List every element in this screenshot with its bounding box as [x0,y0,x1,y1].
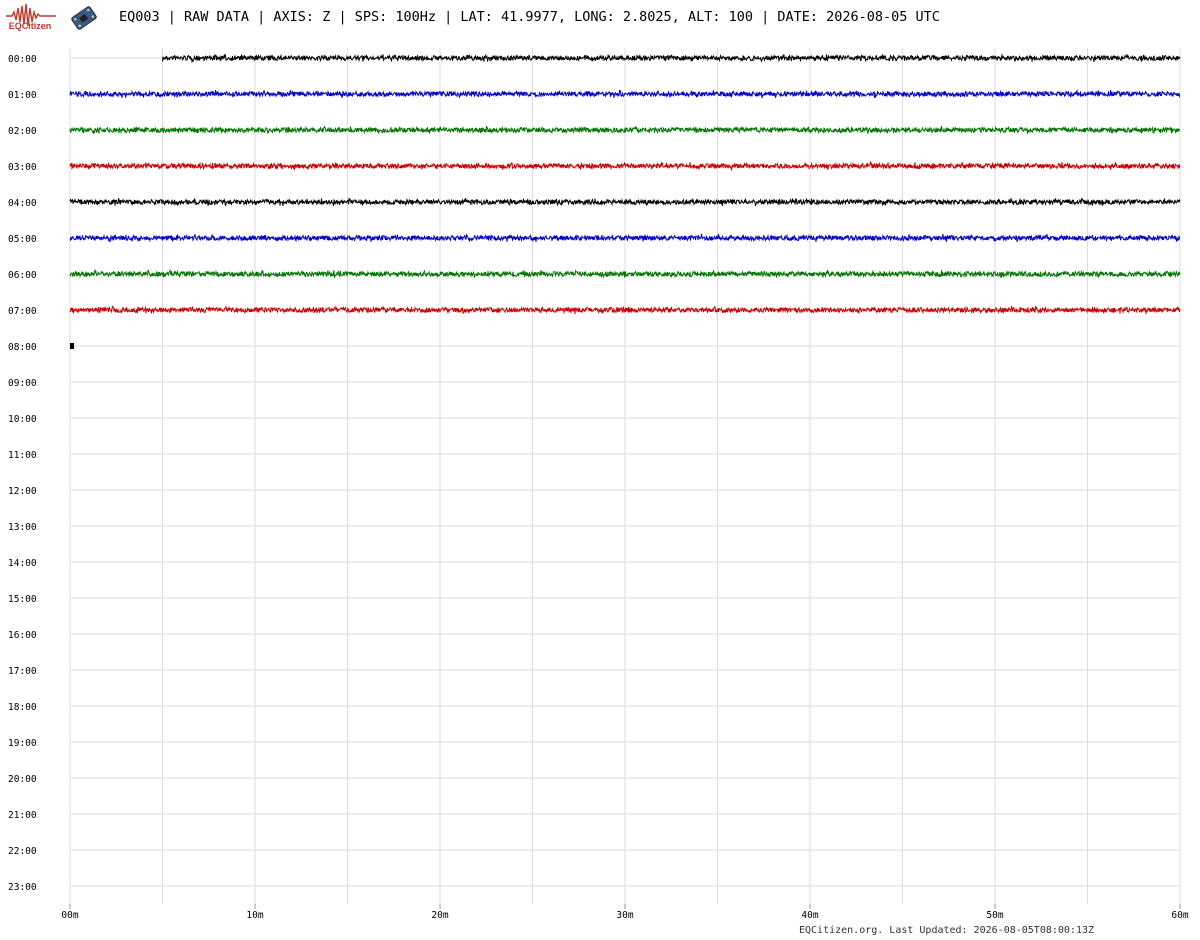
trace-0800 [70,343,74,349]
hour-label: 19:00 [8,738,37,749]
hour-label: 03:00 [8,162,37,173]
hour-label: 16:00 [8,630,37,641]
x-tick-label: 20m [431,910,448,921]
hour-label: 05:00 [8,234,37,245]
hour-label: 06:00 [8,270,37,281]
hour-label: 01:00 [8,90,37,101]
hour-label: 12:00 [8,486,37,497]
hour-label: 20:00 [8,774,37,785]
trace-0600 [69,268,1181,279]
grid [69,48,1181,904]
seismogram-chart: 00:00 01:00 02:00 03:00 04:00 05:00 06:00 07:00… [8,48,1189,921]
hour-label: 02:00 [8,126,37,137]
hour-label: 22:00 [8,846,37,857]
hour-label: 07:00 [8,306,37,317]
hour-label: 14:00 [8,558,37,569]
hour-label: 15:00 [8,594,37,605]
hour-label: 04:00 [8,198,37,209]
last-updated-footer: EQCitizen.org. Last Updated: 2026-08-05T… [799,925,1095,936]
x-tick-label: 40m [801,910,818,921]
hour-label: 00:00 [8,54,37,65]
x-tick-label: 10m [246,910,263,921]
hour-label: 17:00 [8,666,37,677]
hour-label: 18:00 [8,702,37,713]
x-tick-label: 30m [616,910,633,921]
x-tick-label: 50m [986,910,1003,921]
hour-label: 08:00 [8,342,37,353]
hour-label: 09:00 [8,378,37,389]
x-tick-label: 60m [1171,910,1188,921]
hour-label: 13:00 [8,522,37,533]
hour-label: 10:00 [8,414,37,425]
axis-labels: 00:00 01:00 02:00 03:00 04:00 05:00 06:00 07:00… [8,54,1189,921]
hour-label: 11:00 [8,450,37,461]
hour-label: 23:00 [8,882,37,893]
x-tick-label: 00m [61,910,78,921]
hour-label: 21:00 [8,810,37,821]
